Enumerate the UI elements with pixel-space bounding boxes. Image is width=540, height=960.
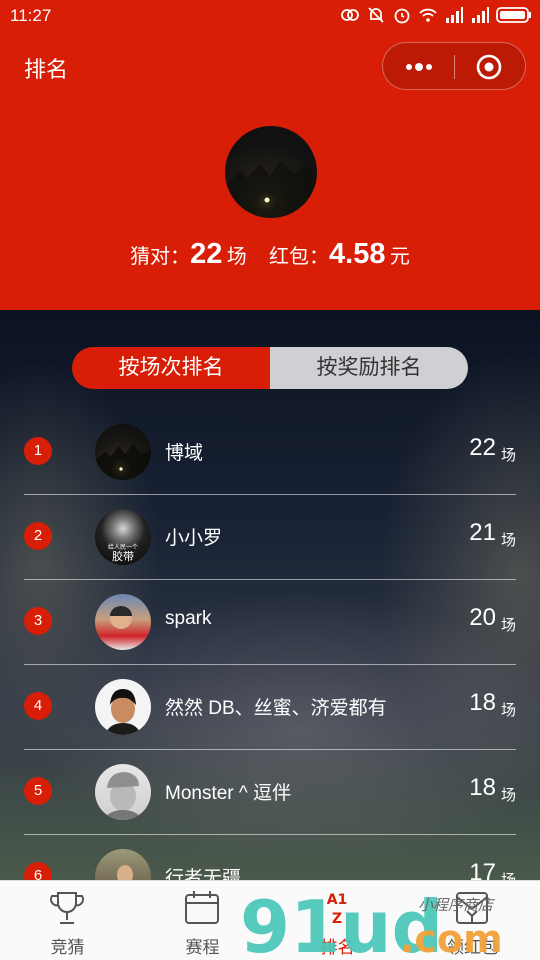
correct-count: 22: [190, 238, 223, 270]
player-score: 18: [469, 774, 496, 801]
avatar: 给人民一个 胶带: [95, 509, 151, 565]
avatar-caption-line2: 胶带: [112, 549, 134, 563]
score-unit: 场: [500, 787, 516, 804]
status-bar: 11:27: [0, 0, 540, 32]
correct-unit: 场: [226, 246, 247, 268]
mute-bell-icon: [368, 7, 384, 23]
tab-by-matches[interactable]: 按场次排名: [72, 347, 270, 389]
ranking-row[interactable]: 2 给人民一个 胶带 小小罗 21 场: [0, 495, 540, 580]
correct-label: 猜对：: [130, 246, 191, 268]
score-unit: 场: [500, 532, 516, 549]
tabbar-label: 排名: [320, 938, 355, 957]
rank-badge: 1: [24, 437, 52, 465]
svg-text:Z: Z: [332, 911, 342, 927]
player-score: 22: [469, 434, 496, 461]
miniprogram-capsule: [382, 42, 526, 90]
rank-badge: 2: [24, 522, 52, 550]
avatar: [95, 764, 151, 820]
ranking-row[interactable]: 1 博域 22 场: [0, 410, 540, 495]
ranking-row[interactable]: 3 spark 20 场: [0, 580, 540, 665]
tabbar-item-schedule[interactable]: 赛程: [135, 881, 270, 960]
status-time: 11:27: [10, 6, 52, 25]
score-unit: 场: [500, 702, 516, 719]
tabbar-label: 赛程: [185, 938, 220, 957]
redpacket-amount: 4.58: [329, 238, 386, 270]
avatar: [95, 594, 151, 650]
ranking-row[interactable]: 5 Monster ^ 逗伴 18 场: [0, 750, 540, 835]
battery-icon: [496, 7, 531, 23]
redpacket-label: 红包：: [269, 246, 330, 268]
bottom-tabbar: 竞猜 赛程 A1 Z 排名 领红包: [0, 880, 540, 960]
wifi-icon: [419, 8, 437, 22]
player-score: 21: [469, 519, 496, 546]
page-title: 排名: [24, 57, 69, 82]
avatar: [95, 679, 151, 735]
rank-badge: 4: [24, 692, 52, 720]
rank-badge: 3: [24, 607, 52, 635]
rank-badge: 5: [24, 777, 52, 805]
tab-by-reward[interactable]: 按奖励排名: [270, 347, 468, 389]
ranking-tabs: 按场次排名 按奖励排名: [72, 347, 468, 389]
user-summary: 猜对：22 场 红包：4.58 元: [0, 238, 540, 271]
player-name: 然然⁠ DB、丝蜜、济爱都有: [165, 698, 387, 719]
tabbar-label: 竞猜: [50, 938, 85, 957]
tabbar-item-guess[interactable]: 竞猜: [0, 881, 135, 960]
redpacket-unit: 元: [389, 246, 410, 268]
link-icon: [341, 9, 359, 21]
player-score: 20: [469, 604, 496, 631]
avatar: [95, 424, 151, 480]
tabbar-label: 领红包: [447, 938, 498, 957]
svg-text:A1: A1: [327, 892, 348, 908]
tabbar-item-ranking[interactable]: A1 Z 排名: [270, 881, 405, 960]
ranking-icon: A1 Z: [327, 892, 348, 927]
ranking-panel: 按场次排名 按奖励排名 1 博域 22 场 2 给人民一个 胶带 小小罗 21 …: [0, 310, 540, 905]
close-miniprogram-icon[interactable]: [475, 53, 503, 81]
status-icons: [340, 5, 532, 25]
score-unit: 场: [500, 617, 516, 634]
trophy-icon: [49, 892, 85, 924]
player-name: spark: [165, 608, 212, 629]
ranking-row[interactable]: 4 然然⁠ DB、丝蜜、济爱都有 18 场: [0, 665, 540, 750]
player-name: 博域: [165, 443, 204, 464]
capsule-divider: [454, 55, 455, 79]
alarm-icon: [394, 8, 410, 24]
calendar-icon: [185, 891, 219, 924]
player-name: Monster ^ 逗伴: [165, 783, 292, 804]
tabbar-item-redpacket[interactable]: 领红包: [405, 881, 540, 960]
user-avatar: [225, 126, 317, 218]
player-score: 18: [469, 689, 496, 716]
redpacket-icon: [456, 892, 488, 924]
signal-icon: [446, 7, 463, 23]
signal-icon: [472, 7, 489, 23]
more-icon[interactable]: [397, 55, 441, 79]
player-name: 小小罗: [165, 528, 223, 549]
score-unit: 场: [500, 447, 516, 464]
profile-header: 排名 猜对：22 场 红包：4.58 元: [0, 32, 540, 310]
